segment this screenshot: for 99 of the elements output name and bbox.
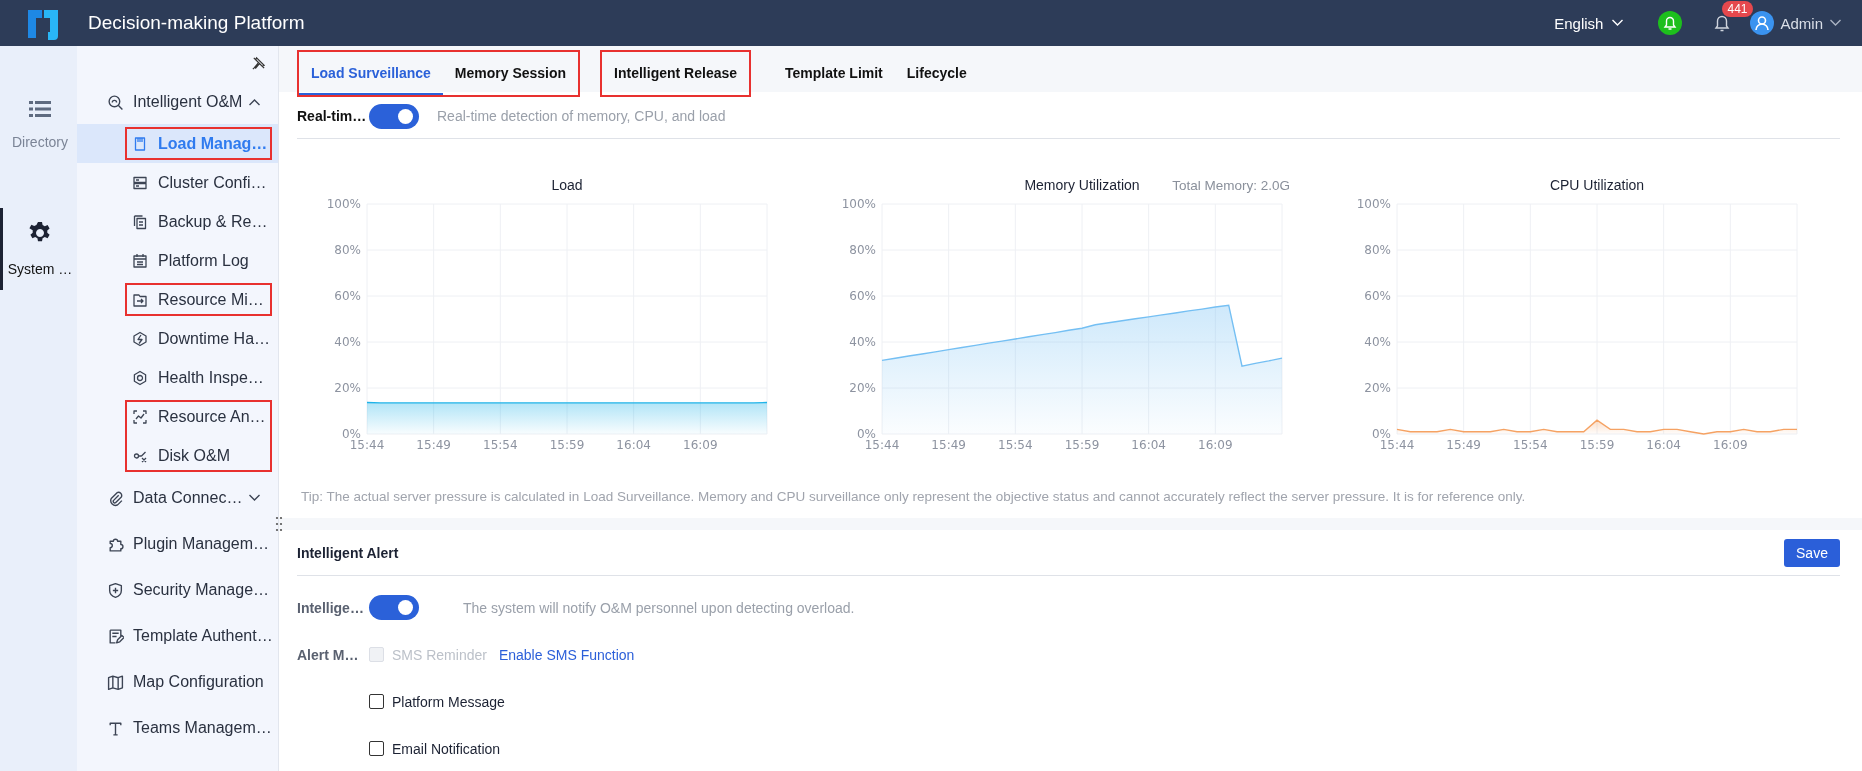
axis-tick-label: 15:59 <box>549 438 585 452</box>
puzzle-icon <box>107 535 124 553</box>
chart-title: Load <box>551 177 583 193</box>
card-icon <box>132 135 148 152</box>
lightning-icon <box>132 330 148 347</box>
menu-group[interactable]: Map Configuration <box>77 659 278 705</box>
axis-tick-label: 100% <box>1356 197 1391 211</box>
axis-tick-label: 60% <box>334 289 361 303</box>
shield-icon <box>107 581 124 599</box>
field-label: Intellige… <box>297 599 365 616</box>
tab[interactable]: Memory Session <box>442 52 579 95</box>
toggle-switch[interactable] <box>369 103 419 129</box>
axis-tick-label: 20% <box>1364 381 1391 395</box>
axis-tick-label: 40% <box>849 335 876 349</box>
axis-tick-label: 15:54 <box>1513 438 1548 452</box>
chart-note: Total Memory: 2.0G <box>1172 177 1290 193</box>
axis-tick-label: 15:54 <box>483 438 518 452</box>
axis-tick-label: 60% <box>849 289 876 303</box>
axis-tick-label: 16:09 <box>683 438 718 452</box>
menu-group[interactable]: Intelligent O&M <box>77 80 278 124</box>
paperclip-icon <box>107 489 124 507</box>
axis-tick-label: 16:09 <box>1198 438 1233 452</box>
axis-tick-label: 80% <box>334 243 361 257</box>
import-icon <box>132 291 148 308</box>
axis-tick-label: 40% <box>1364 335 1391 349</box>
magnifier-icon <box>107 93 124 111</box>
axis-tick-label: 16:04 <box>1131 438 1166 452</box>
axis-tick-label: 0% <box>856 427 876 441</box>
option-label: Email Notification <box>392 740 501 757</box>
menu-item[interactable]: Cluster Confi… <box>77 163 278 202</box>
axis-tick-label: 100% <box>326 197 361 211</box>
axis-tick-label: 100% <box>841 197 876 211</box>
axis-tick-label: 15:59 <box>1064 438 1100 452</box>
option-label: Platform Message <box>392 693 505 710</box>
menu-item[interactable]: Disk O&M <box>77 436 278 475</box>
axis-tick-label: 80% <box>1364 243 1391 257</box>
axis-tick-label: 16:09 <box>1713 438 1748 452</box>
axis-tick-label: 20% <box>849 381 876 395</box>
axis-tick-label: 16:04 <box>616 438 651 452</box>
chart-title: CPU Utilization <box>1549 177 1645 193</box>
menu-group[interactable]: Template Authent… <box>77 613 278 659</box>
axis-tick-label: 16:04 <box>1646 438 1681 452</box>
chart-scan-icon <box>132 408 148 425</box>
drag-handle-icon[interactable] <box>275 516 283 532</box>
axis-tick-label: 15:49 <box>416 438 451 452</box>
hint-text: The system will notify O&M personnel upon detecting overload. <box>463 599 855 616</box>
axis-tick-label: 15:49 <box>1446 438 1481 452</box>
axis-tick-label: 20% <box>334 381 361 395</box>
notification-badge: 441 <box>1722 1 1753 17</box>
axis-tick-label: 60% <box>1364 289 1391 303</box>
document-stack-icon <box>132 213 148 230</box>
tip-text: Tip: The actual server pressure is calculated in Load Surveillance. Memory and CPU surveillance only represent the objective status and cannot accurately reflect the server pressure. It is for reference only. <box>301 489 1527 504</box>
toggle-switch[interactable] <box>369 595 419 620</box>
checkbox[interactable] <box>369 741 384 756</box>
menu-item[interactable]: Resource Mi… <box>77 280 278 319</box>
menu-group[interactable]: Data Connec… <box>77 475 278 521</box>
axis-tick-label: 15:44 <box>864 438 900 452</box>
menu-item[interactable]: Health Inspe… <box>77 358 278 397</box>
tab[interactable]: Intelligent Release <box>602 52 750 95</box>
axis-tick-label: 15:49 <box>931 438 966 452</box>
menu-group[interactable]: Teams Managem… <box>77 705 278 751</box>
server-icon <box>132 174 148 191</box>
hint-text: Real-time detection of memory, CPU, and load <box>437 108 726 124</box>
chevron-down-icon <box>1829 19 1842 27</box>
axis-tick-label: 15:44 <box>349 438 385 452</box>
app-title: Decision-making Platform <box>88 12 305 34</box>
avatar-icon <box>1750 11 1775 35</box>
language-dropdown[interactable]: English <box>1554 14 1625 32</box>
menu-item[interactable]: Platform Log <box>77 241 278 280</box>
save-button[interactable]: Save <box>1784 538 1840 567</box>
document-edit-icon <box>107 627 124 645</box>
axis-tick-label: 15:54 <box>998 438 1033 452</box>
axis-tick-label: 80% <box>849 243 876 257</box>
menu-item[interactable]: Resource An… <box>77 397 278 436</box>
section-title: Intelligent Alert <box>297 544 399 561</box>
field-label: Real-tim… <box>297 108 368 124</box>
user-menu[interactable]: Admin <box>1750 11 1842 35</box>
text-format-icon <box>107 719 124 737</box>
tab[interactable]: Template Limit <box>773 52 895 95</box>
tab[interactable]: Load Surveillance <box>299 52 443 95</box>
menu-item[interactable]: Downtime Ha… <box>77 319 278 358</box>
field-label: Alert M… <box>297 646 360 663</box>
bell-icon[interactable] <box>1658 11 1683 35</box>
axis-tick-label: 15:44 <box>1379 438 1415 452</box>
menu-item[interactable]: Backup & Re… <box>77 202 278 241</box>
menu-group[interactable]: Plugin Managem… <box>77 521 278 567</box>
list-icon <box>29 100 51 118</box>
axis-tick-label: 40% <box>334 335 361 349</box>
axis-tick-label: 0% <box>1371 427 1391 441</box>
chart-title: Memory Utilization <box>1024 177 1140 193</box>
map-icon <box>107 673 124 691</box>
chevron-down-icon <box>1611 19 1625 27</box>
calendar-icon <box>132 252 148 269</box>
menu-group[interactable]: Security Manage… <box>77 567 278 613</box>
tab[interactable]: Lifecycle <box>894 52 979 95</box>
axis-tick-label: 15:59 <box>1579 438 1615 452</box>
checkbox[interactable] <box>369 694 384 709</box>
axis-tick-label: 0% <box>341 427 361 441</box>
option-label: SMS Reminder <box>392 646 487 663</box>
